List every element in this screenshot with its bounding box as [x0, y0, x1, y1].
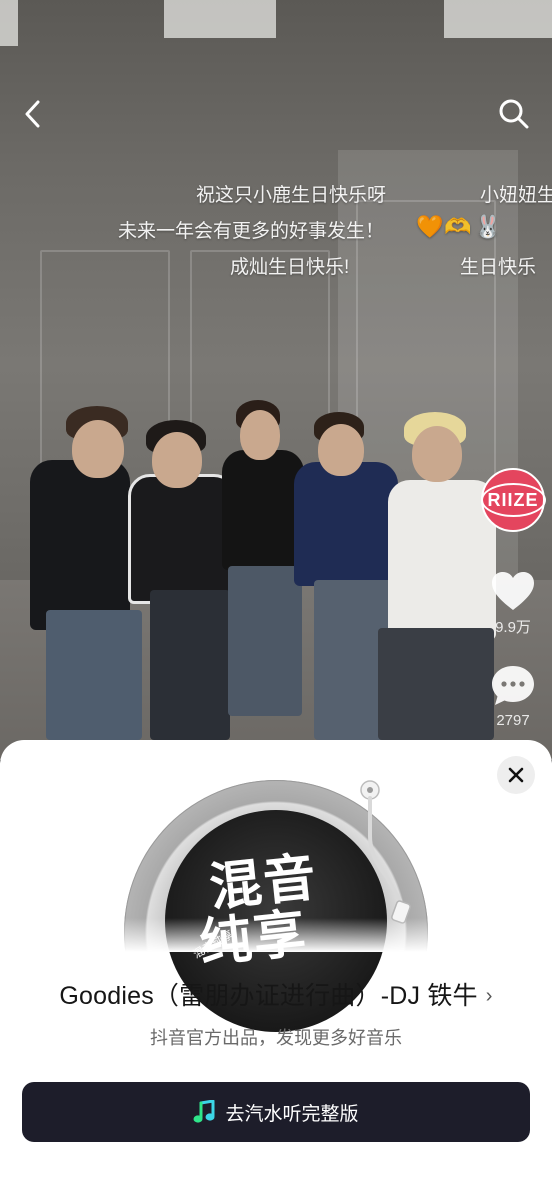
close-button[interactable]: [497, 756, 535, 794]
open-qishui-button[interactable]: 去汽水听完整版: [22, 1082, 530, 1142]
heart-icon: [492, 572, 534, 610]
comment-icon: [492, 666, 534, 705]
close-icon: [508, 767, 524, 783]
video-player[interactable]: 祝这只小鹿生日快乐呀 小妞妞生 未来一年会有更多的好事发生！ 🧡 🫶 🐰 成灿生…: [0, 0, 552, 760]
avatar-logo-text: RIIZE: [480, 483, 546, 517]
ceiling-light: [0, 0, 18, 46]
danmaku-comment: 祝这只小鹿生日快乐呀: [196, 185, 387, 206]
vinyl-fade: [0, 918, 552, 952]
search-button[interactable]: [496, 96, 532, 132]
song-title-link[interactable]: Goodies（雷朋办证进行曲）-DJ 铁牛 ›: [0, 976, 552, 1012]
back-button[interactable]: [14, 96, 50, 132]
danmaku-emoji: 🫶: [444, 214, 472, 239]
music-note-icon: [193, 1100, 215, 1123]
back-icon: [25, 100, 40, 128]
like-button[interactable]: 9.9万: [483, 570, 543, 637]
song-title: Goodies（雷朋办证进行曲）-DJ 铁牛: [59, 982, 478, 1010]
sheet-subtitle: 抖音官方出品，发现更多好音乐: [150, 1028, 402, 1048]
danmaku-comment: 成灿生日快乐!: [230, 257, 350, 278]
danmaku-comment: 小妞妞生: [480, 185, 552, 206]
like-count: 9.9万: [495, 619, 531, 636]
danmaku-emoji: 🐰: [474, 214, 502, 239]
chevron-right-icon: ›: [485, 985, 493, 1007]
ceiling-light: [164, 0, 276, 38]
comment-button[interactable]: 2797: [483, 664, 543, 729]
tonearm: [360, 780, 411, 924]
danmaku-emoji: 🧡: [416, 214, 444, 239]
danmaku-comment: 生日快乐: [460, 257, 537, 278]
comment-count: 2797: [496, 712, 530, 729]
ceiling-light: [444, 0, 552, 38]
cta-label: 去汽水听完整版: [225, 1103, 359, 1125]
search-icon: [499, 99, 529, 129]
creator-avatar[interactable]: RIIZE: [480, 468, 546, 532]
danmaku-comment: 未来一年会有更多的好事发生！: [118, 221, 385, 242]
